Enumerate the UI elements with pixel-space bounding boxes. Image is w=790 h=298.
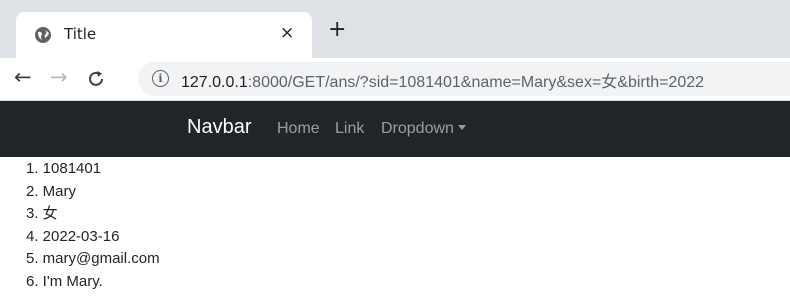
list-item: 6. I'm Mary.	[26, 272, 103, 290]
close-tab-icon[interactable]: ×	[280, 23, 294, 43]
list-item: 2. Mary	[26, 182, 77, 200]
nav-link-home[interactable]: Home	[277, 120, 320, 138]
nav-dropdown-label: Dropdown	[381, 120, 454, 137]
answer-list: 1. 1081401 2. Mary 3. 女 4. 2022-03-16 5.…	[26, 158, 160, 294]
browser-tab[interactable]: Title ×	[16, 12, 312, 58]
address-bar[interactable]: i 127.0.0.1:8000/GET/ans/?sid=1081401&na…	[138, 62, 790, 96]
caret-down-icon	[457, 125, 466, 130]
reload-icon[interactable]	[86, 69, 106, 89]
navbar: Navbar Home Link Dropdown	[0, 101, 790, 157]
forward-arrow-icon[interactable]: →	[50, 65, 68, 89]
info-icon[interactable]: i	[152, 70, 169, 87]
url-text[interactable]: 127.0.0.1:8000/GET/ans/?sid=1081401&name…	[181, 68, 704, 92]
new-tab-icon[interactable]: +	[328, 19, 346, 41]
list-item: 3. 女	[26, 205, 58, 223]
tab-title: Title	[64, 25, 97, 43]
list-item: 1. 1081401	[26, 160, 102, 177]
tab-strip: Title × +	[0, 0, 790, 58]
nav-dropdown[interactable]: Dropdown	[381, 120, 466, 138]
url-path: :8000/GET/ans/?sid=1081401&name=Mary&sex…	[247, 74, 705, 91]
list-item: 4. 2022-03-16	[26, 227, 120, 245]
navbar-brand[interactable]: Navbar	[187, 116, 251, 139]
back-arrow-icon[interactable]: ←	[14, 65, 32, 89]
globe-icon	[35, 27, 51, 43]
url-host: 127.0.0.1	[181, 74, 248, 91]
browser-toolbar: ← → i 127.0.0.1:8000/GET/ans/?sid=108140…	[0, 58, 790, 101]
nav-link-link[interactable]: Link	[335, 120, 364, 138]
list-item: 5. mary@gmail.com	[26, 250, 160, 268]
